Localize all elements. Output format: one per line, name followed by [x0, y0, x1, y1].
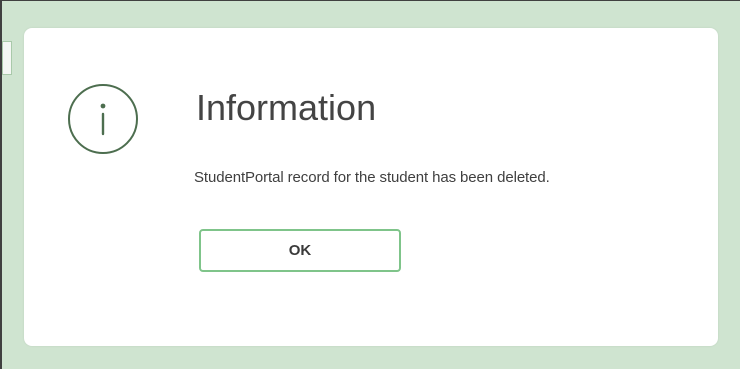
- dialog-title: Information: [196, 87, 377, 128]
- ok-button[interactable]: OK: [199, 229, 401, 272]
- information-dialog: Information StudentPortal record for the…: [24, 28, 718, 346]
- info-icon-glyph: [100, 103, 106, 136]
- background-panel-edge: [2, 41, 12, 75]
- dialog-message: StudentPortal record for the student has…: [194, 169, 550, 186]
- info-icon: [68, 84, 138, 154]
